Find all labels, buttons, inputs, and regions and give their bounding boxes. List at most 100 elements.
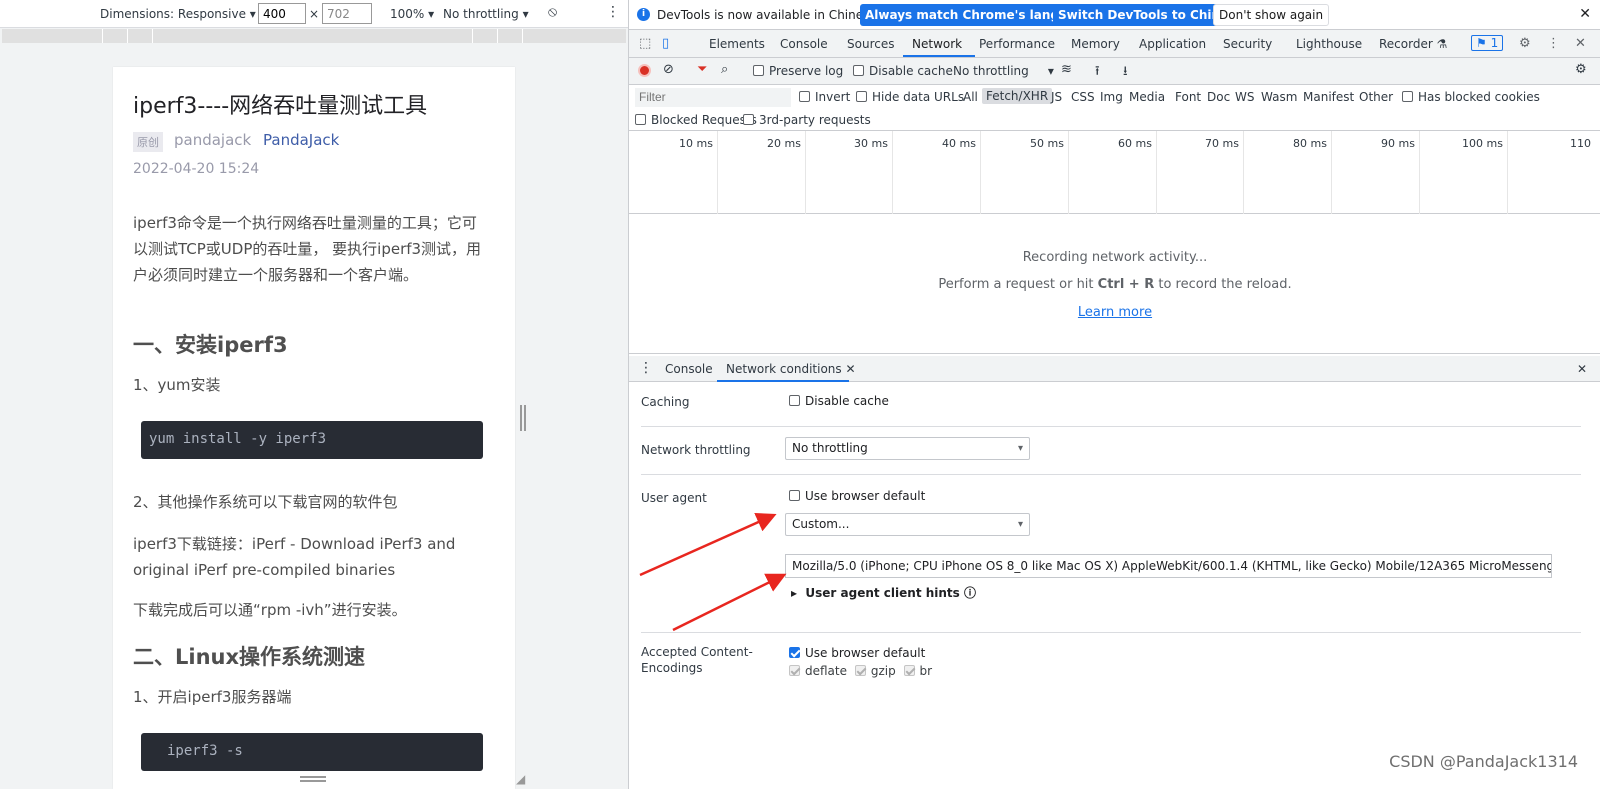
filter-bar: Invert Hide data URLs All Fetch/XHR JS C… — [629, 85, 1600, 131]
network-timeline[interactable]: 10 ms 20 ms 30 ms 40 ms 50 ms 60 ms 70 m… — [629, 131, 1600, 214]
type-filter-other[interactable]: Other — [1359, 90, 1393, 104]
disable-cache-checkbox[interactable]: Disable cache — [853, 64, 953, 78]
device-toolbar-toggle-icon[interactable]: ▯ — [662, 36, 669, 51]
type-filter-img[interactable]: Img — [1100, 90, 1123, 104]
settings-icon[interactable]: ⚙ — [1519, 36, 1531, 51]
tab-console[interactable]: Console — [780, 37, 828, 51]
issues-badge[interactable]: ⚑ 1 — [1471, 35, 1504, 51]
reload-shortcut: Ctrl + R — [1097, 277, 1155, 292]
hide-data-urls-checkbox[interactable]: Hide data URLs — [856, 90, 964, 104]
import-har-icon[interactable]: ⭱ — [1095, 62, 1100, 84]
type-filter-media[interactable]: Media — [1129, 90, 1165, 104]
timeline-label: 50 ms — [1030, 137, 1064, 150]
zoom-dropdown[interactable]: 100% ▾ — [390, 7, 434, 21]
network-throttle-label: No throttling — [953, 64, 1029, 78]
filter-input[interactable] — [635, 88, 791, 107]
type-filter-fetch-xhr[interactable]: Fetch/XHR — [982, 88, 1053, 104]
ua-client-hints-toggle[interactable]: ▸ User agent client hints ⓘ — [791, 584, 976, 601]
throttling-select[interactable]: No throttling — [785, 437, 1030, 460]
dont-show-again-button[interactable]: Don't show again — [1213, 4, 1330, 26]
export-har-icon[interactable]: ⭳ — [1123, 62, 1128, 84]
drawer-tab-network-conditions[interactable]: Network conditions ✕ — [726, 362, 856, 376]
more-icon[interactable]: ⋮ — [606, 4, 620, 20]
tab-recorder[interactable]: Recorder ⚗ — [1379, 37, 1447, 51]
tab-application[interactable]: Application — [1139, 37, 1206, 51]
tab-memory[interactable]: Memory — [1071, 37, 1120, 51]
drawer-menu-icon[interactable]: ⋮ — [639, 360, 653, 376]
width-input[interactable] — [258, 3, 306, 24]
type-filter-wasm[interactable]: Wasm — [1261, 90, 1297, 104]
step-yum: 1、yum安装 — [133, 376, 221, 394]
timeline-label: 90 ms — [1381, 137, 1415, 150]
type-filter-all[interactable]: All — [963, 90, 978, 104]
user-agent-input[interactable]: Mozilla/5.0 (iPhone; CPU iPhone OS 8_0 l… — [785, 554, 1552, 578]
nc-disable-cache-label: Disable cache — [805, 394, 889, 408]
dimensions-dropdown[interactable]: Dimensions: Responsive ▾ — [100, 7, 256, 21]
tab-security[interactable]: Security — [1223, 37, 1272, 51]
times-sign: × — [309, 7, 320, 21]
network-settings-icon[interactable]: ⚙ — [1575, 62, 1587, 77]
tab-lighthouse[interactable]: Lighthouse — [1296, 37, 1362, 51]
record-icon[interactable] — [638, 64, 651, 77]
checkbox-icon — [1402, 91, 1413, 102]
enc-use-default-checkbox[interactable]: Use browser default — [789, 646, 925, 660]
drawer-tab-console[interactable]: Console — [665, 362, 713, 376]
search-icon[interactable]: ⌕ — [721, 62, 728, 77]
timeline-label: 100 ms — [1462, 137, 1503, 150]
info-circle-icon[interactable]: ⓘ — [964, 586, 976, 600]
active-tab-indicator — [903, 55, 975, 57]
inspect-element-icon[interactable]: ⬚ — [639, 36, 651, 51]
learn-more-link[interactable]: Learn more — [629, 305, 1600, 320]
checkbox-icon — [799, 91, 810, 102]
type-filter-js[interactable]: JS — [1051, 90, 1062, 104]
filter-icon[interactable]: ⏷ — [697, 62, 707, 77]
third-party-checkbox[interactable]: 3rd-party requests — [743, 113, 871, 127]
type-filter-manifest[interactable]: Manifest — [1303, 90, 1354, 104]
tab-sources[interactable]: Sources — [847, 37, 894, 51]
timeline-label: 80 ms — [1293, 137, 1327, 150]
height-input[interactable] — [322, 3, 372, 24]
drawer-tabbar: ⋮ Console Network conditions ✕ ✕ — [629, 356, 1600, 382]
user-agent-select[interactable]: Custom... — [785, 513, 1030, 536]
nc-disable-cache-checkbox[interactable]: Disable cache — [789, 394, 889, 408]
width-resize-handle[interactable] — [520, 405, 526, 431]
checkbox-icon — [789, 490, 800, 501]
corner-resize-icon[interactable]: ◢ — [516, 772, 530, 786]
type-filter-font[interactable]: Font — [1175, 90, 1201, 104]
type-filter-css[interactable]: CSS — [1071, 90, 1095, 104]
media-query-ruler[interactable] — [2, 29, 626, 43]
encodings-label-line1: Accepted Content- — [641, 645, 753, 659]
author-link[interactable]: PandaJack — [263, 131, 339, 149]
deflate-label: deflate — [805, 664, 847, 678]
close-tab-icon[interactable]: ✕ — [845, 362, 855, 376]
rotate-icon[interactable]: ⦸ — [548, 4, 557, 20]
invert-checkbox[interactable]: Invert — [799, 90, 850, 104]
has-blocked-cookies-checkbox[interactable]: Has blocked cookies — [1402, 90, 1540, 104]
heading-linux: 二、Linux操作系统测速 — [133, 645, 366, 669]
close-devtools-icon[interactable]: ✕ — [1575, 36, 1586, 51]
height-resize-handle[interactable] — [300, 776, 326, 782]
ua-use-default-checkbox[interactable]: Use browser default — [789, 489, 925, 503]
device-throttle-dropdown[interactable]: No throttling ▾ — [443, 7, 529, 21]
checkbox-icon — [853, 65, 864, 76]
network-throttle-dropdown[interactable]: No throttling ▾ — [953, 64, 1054, 78]
more-options-icon[interactable]: ⋮ — [1547, 36, 1560, 51]
preserve-log-checkbox[interactable]: Preserve log — [753, 64, 843, 78]
tab-elements[interactable]: Elements — [709, 37, 765, 51]
type-filter-ws[interactable]: WS — [1235, 90, 1254, 104]
after-download-paragraph: 下载完成后可以通“rpm -ivh”进行安装。 — [133, 601, 407, 619]
code-block-server: iperf3 -s — [141, 733, 483, 771]
infobar-close-icon[interactable]: ✕ — [1579, 6, 1591, 22]
code-block-yum: yum install -y iperf3 — [141, 421, 483, 459]
close-drawer-icon[interactable]: ✕ — [1577, 362, 1587, 376]
clear-icon[interactable]: ⊘ — [663, 62, 674, 77]
info-icon: i — [637, 8, 650, 21]
triangle-right-icon: ▸ — [791, 586, 798, 600]
wifi-settings-icon[interactable]: ≋ — [1061, 62, 1072, 77]
tab-network[interactable]: Network — [912, 37, 962, 51]
tab-performance[interactable]: Performance — [979, 37, 1055, 51]
blocked-requests-checkbox[interactable]: Blocked Requests — [629, 113, 757, 127]
type-filter-doc[interactable]: Doc — [1207, 90, 1230, 104]
blocked-requests-label: Blocked Requests — [651, 113, 757, 127]
article-title: iperf3----网络吞吐量测试工具 — [133, 94, 428, 119]
